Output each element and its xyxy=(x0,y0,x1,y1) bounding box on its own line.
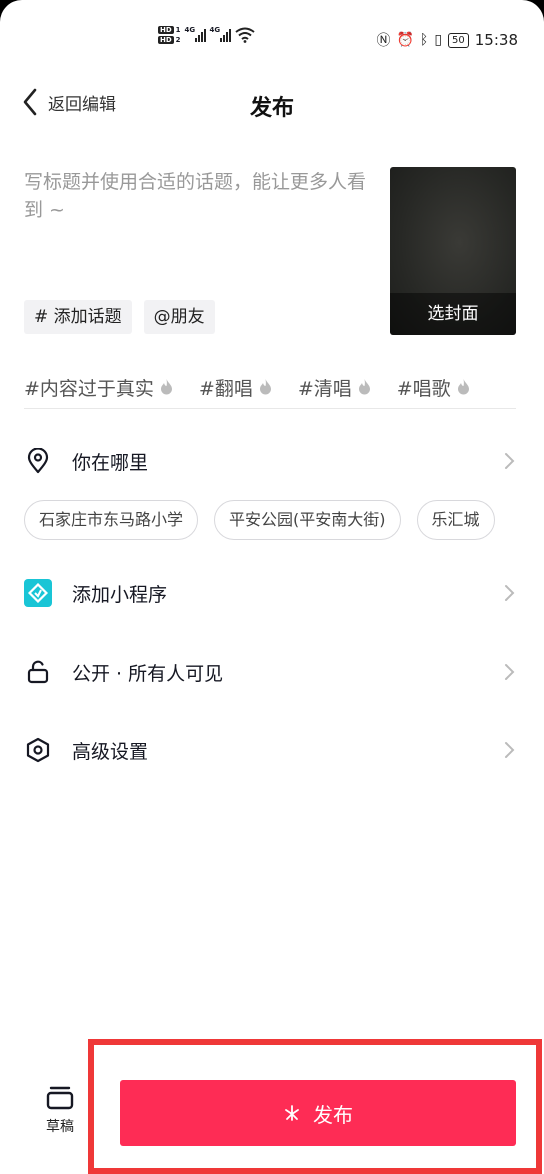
topic-label: #内容过于真实 xyxy=(24,377,154,400)
caption-input[interactable]: 写标题并使用合适的话题，能让更多人看到 ~ xyxy=(24,168,374,224)
battery-icon: 50 xyxy=(448,32,469,48)
bluetooth-icon: ᛒ xyxy=(419,32,429,48)
visibility-row[interactable]: 公开 · 所有人可见 xyxy=(24,652,516,692)
vibrate-icon: ▯ xyxy=(434,32,443,48)
mention-friend-chip[interactable]: @朋友 xyxy=(143,300,215,334)
draft-box-icon xyxy=(46,1086,74,1110)
sim-indicators: HD 1 HD 2 xyxy=(158,26,181,44)
flame-icon xyxy=(358,379,370,395)
wifi-icon xyxy=(234,27,255,43)
flame-icon xyxy=(259,379,271,395)
add-topic-chip[interactable]: # 添加话题 xyxy=(24,300,132,334)
suggested-topics: #内容过于真实 #翻唱 #清唱 #唱歌 xyxy=(24,366,544,408)
visibility-label: 公开 · 所有人可见 xyxy=(72,662,224,685)
nav-bar: 返回编辑 发布 xyxy=(0,78,544,130)
clock: 15:38 xyxy=(474,31,518,49)
topic-label: #唱歌 xyxy=(396,377,451,400)
sim1-indicator: HD 1 xyxy=(158,26,181,34)
alarm-icon: ⏰ xyxy=(396,32,414,48)
nfc-icon: Ⓝ xyxy=(376,33,391,49)
topic-item[interactable]: #翻唱 xyxy=(199,366,272,408)
location-pin-icon xyxy=(24,447,52,475)
location-row[interactable]: 你在哪里 xyxy=(24,441,516,481)
chevron-right-icon xyxy=(505,742,515,758)
sparkle-icon xyxy=(285,1105,299,1121)
location-chip[interactable]: 石家庄市东马路小学 xyxy=(24,500,199,540)
flame-icon xyxy=(160,379,172,395)
sim2-indicator: HD 2 xyxy=(158,36,181,44)
publish-screen: HD 1 HD 2 4G 4G Ⓝ ⏰ ᛒ ▯ 50 15:38 返回编辑 发布… xyxy=(0,0,544,1174)
cover-thumbnail[interactable]: 选封面 xyxy=(390,167,516,335)
mini-program-row[interactable]: 添加小程序 xyxy=(24,573,516,613)
location-chip[interactable]: 乐汇城 xyxy=(416,500,495,540)
caption-chips: # 添加话题 @朋友 xyxy=(24,300,215,334)
status-bar: HD 1 HD 2 4G 4G Ⓝ ⏰ ᛒ ▯ 50 15:38 xyxy=(0,0,544,72)
status-left: HD 1 HD 2 4G 4G xyxy=(158,26,255,44)
topic-label: #翻唱 xyxy=(198,377,253,400)
sim2-number: 2 xyxy=(175,36,181,44)
signal-icon: 4G xyxy=(184,26,206,42)
status-right: Ⓝ ⏰ ᛒ ▯ 50 15:38 xyxy=(376,30,518,50)
topic-label: #清唱 xyxy=(297,377,352,400)
publish-button[interactable]: 发布 xyxy=(120,1080,516,1146)
mini-program-icon xyxy=(24,579,52,607)
topic-item[interactable]: #清唱 xyxy=(298,366,371,408)
advanced-settings-label: 高级设置 xyxy=(72,740,149,763)
sim1-number: 1 xyxy=(175,26,181,34)
select-cover-label: 选封面 xyxy=(390,293,516,335)
location-suggestions: 石家庄市东马路小学 平安公园(平安南大街) 乐汇城 xyxy=(24,500,544,540)
chevron-right-icon xyxy=(505,585,515,601)
network-type-2: 4G xyxy=(209,26,221,34)
draft-button[interactable]: 草稿 xyxy=(38,1086,82,1136)
flame-icon xyxy=(457,379,469,395)
chevron-right-icon xyxy=(505,453,515,469)
topic-item[interactable]: #唱歌 xyxy=(397,366,470,408)
unlock-icon xyxy=(24,658,52,686)
chevron-right-icon xyxy=(505,664,515,680)
signal-icon-2: 4G xyxy=(209,26,231,42)
location-chip[interactable]: 平安公园(平安南大街) xyxy=(214,500,401,540)
draft-label: 草稿 xyxy=(46,1119,74,1135)
settings-hexagon-icon xyxy=(24,736,52,764)
network-type-1: 4G xyxy=(184,26,196,34)
advanced-settings-row[interactable]: 高级设置 xyxy=(24,730,516,770)
location-label: 你在哪里 xyxy=(72,451,149,474)
publish-label: 发布 xyxy=(313,1102,353,1127)
page-title: 发布 xyxy=(249,96,294,121)
divider xyxy=(24,408,516,409)
mini-program-label: 添加小程序 xyxy=(72,583,168,606)
topic-item[interactable]: #内容过于真实 xyxy=(24,366,173,408)
